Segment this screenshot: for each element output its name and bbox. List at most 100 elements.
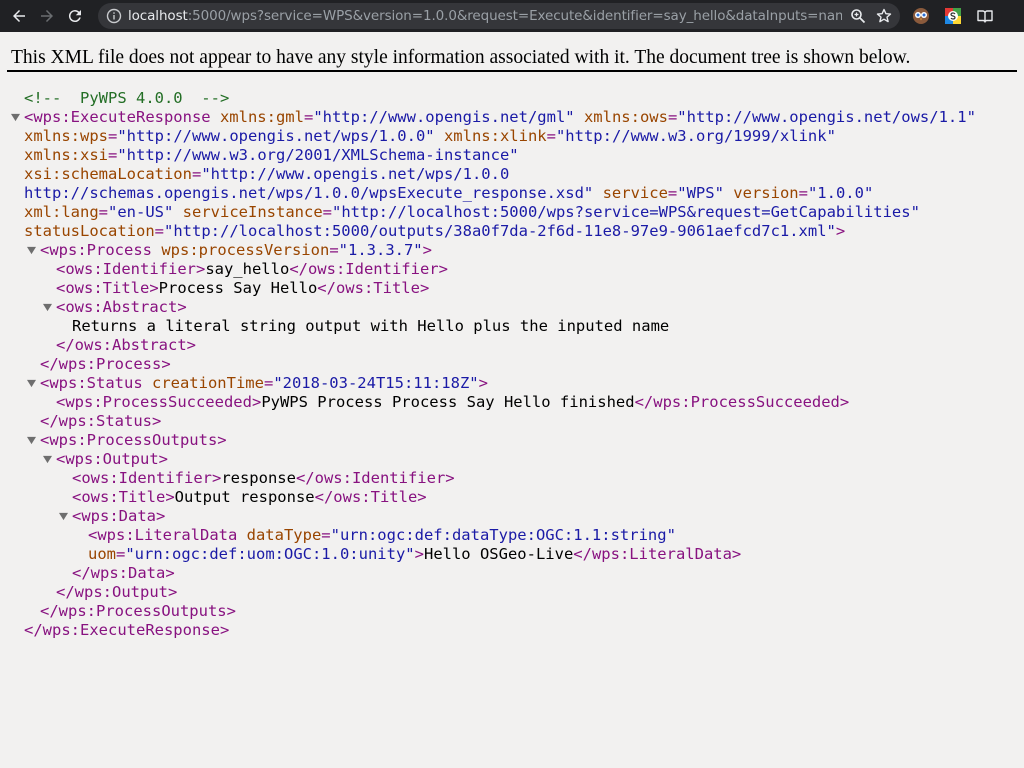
xml-tag-token: = bbox=[798, 184, 808, 202]
url-text[interactable]: localhost:5000/wps?service=WPS&version=1… bbox=[128, 8, 842, 24]
xml-text: Process Say Hello bbox=[158, 279, 318, 297]
xml-line: </wps:ExecuteResponse> bbox=[0, 621, 1024, 640]
xml-attr-value: "urn:ogc:def:uom:OGC:1.0:unity" bbox=[125, 545, 415, 563]
xml-line: <wps:Status creationTime="2018-03-24T15:… bbox=[0, 374, 1024, 393]
owl-icon bbox=[913, 8, 929, 24]
xml-tag-token bbox=[724, 184, 733, 202]
xml-line: <wps:Data> bbox=[0, 507, 1024, 526]
xml-attr-value: "http://www.w3.org/1999/xlink" bbox=[555, 127, 836, 145]
xml-text: response bbox=[221, 469, 296, 487]
reload-button[interactable] bbox=[62, 3, 88, 29]
xml-text: Hello OSGeo-Live bbox=[423, 545, 574, 563]
bookmark-button[interactable] bbox=[874, 6, 894, 26]
xml-tag-token: </ows:Identifier> bbox=[289, 260, 448, 278]
extension-owl-button[interactable] bbox=[910, 5, 932, 27]
xml-attr-name: xmlns:gml bbox=[219, 108, 304, 126]
xml-line: </wps:Process> bbox=[0, 355, 1024, 374]
xml-attr-name: xml:lang bbox=[24, 203, 99, 221]
collapse-triangle-icon[interactable] bbox=[27, 246, 36, 255]
xml-line: <wps:ProcessOutputs> bbox=[0, 431, 1024, 450]
collapse-triangle-icon[interactable] bbox=[27, 436, 36, 445]
arrow-left-icon bbox=[13, 10, 25, 22]
xml-line: Returns a literal string output with Hel… bbox=[0, 317, 1024, 336]
xml-attr-value: "http://localhost:5000/outputs/38a0f7da-… bbox=[164, 222, 836, 240]
collapse-triangle-icon[interactable] bbox=[43, 303, 52, 312]
back-button[interactable] bbox=[6, 3, 32, 29]
xml-tag-token: = bbox=[108, 146, 118, 164]
xml-attr-name: serviceInstance bbox=[182, 203, 323, 221]
address-bar[interactable]: localhost:5000/wps?service=WPS&version=1… bbox=[98, 3, 900, 29]
xml-line: <wps:Output> bbox=[0, 450, 1024, 469]
xml-attr-value: "http://www.opengis.net/ows/1.1" bbox=[677, 108, 976, 126]
xml-line: xmlns:xsi="http://www.w3.org/2001/XMLSch… bbox=[0, 146, 1024, 165]
xml-tag-token: <ows:Title> bbox=[72, 488, 175, 506]
browser-toolbar: localhost:5000/wps?service=WPS&version=1… bbox=[0, 0, 1024, 32]
arrow-right-icon bbox=[41, 10, 53, 22]
xml-tag-token: = bbox=[303, 108, 314, 126]
xml-attr-value: "en-US" bbox=[108, 203, 174, 221]
xml-tag-token: > bbox=[478, 374, 488, 392]
xml-tag-token: </wps:Data> bbox=[72, 564, 175, 582]
xml-tag-token: </ows:Abstract> bbox=[56, 336, 196, 354]
xml-attr-name: uom bbox=[88, 545, 116, 563]
xml-attr-name: wps:processVersion bbox=[161, 241, 330, 259]
xml-line: http://schemas.opengis.net/wps/1.0.0/wps… bbox=[0, 184, 1024, 203]
zoom-icon bbox=[851, 9, 866, 24]
xml-line: </wps:Status> bbox=[0, 412, 1024, 431]
xml-tag-token: </wps:Status> bbox=[40, 412, 162, 430]
xml-tag-token: > bbox=[835, 222, 846, 240]
xml-attr-value: "1.0.0" bbox=[807, 184, 874, 202]
xml-attr-name: dataType bbox=[246, 526, 322, 544]
xml-tag-token: </wps:LiteralData> bbox=[573, 545, 742, 563]
xml-attr-value: http://schemas.opengis.net/wps/1.0.0/wps… bbox=[24, 184, 594, 202]
star-icon bbox=[876, 8, 892, 23]
xml-text: Returns a literal string output with Hel… bbox=[72, 317, 670, 335]
xml-tag-token: = bbox=[329, 241, 339, 259]
xml-tag-token bbox=[435, 127, 444, 145]
xml-tag-token: > bbox=[422, 241, 432, 259]
zoom-button[interactable] bbox=[848, 6, 868, 26]
xml-attr-name: xmlns:xlink bbox=[443, 127, 547, 145]
collapse-triangle-icon[interactable] bbox=[59, 512, 68, 521]
xml-tag-token: <wps:Process bbox=[40, 241, 162, 259]
xml-tag-token: = bbox=[322, 203, 332, 221]
extension-s-button[interactable] bbox=[942, 5, 964, 27]
xml-attr-name: xsi:schemaLocation bbox=[24, 165, 192, 183]
xml-text: Output response bbox=[174, 488, 315, 506]
xml-tag-token: <wps:ExecuteResponse bbox=[24, 108, 220, 126]
xml-tag-token: = bbox=[667, 108, 678, 126]
xml-attr-value: "WPS" bbox=[677, 184, 724, 202]
reading-list-button[interactable] bbox=[974, 5, 996, 27]
forward-button[interactable] bbox=[34, 3, 60, 29]
collapse-triangle-icon[interactable] bbox=[43, 455, 52, 464]
xml-attr-name: service bbox=[602, 184, 668, 202]
xml-tag-token: = bbox=[321, 526, 331, 544]
xml-line: <wps:ProcessSucceeded>PyWPS Process Proc… bbox=[0, 393, 1024, 412]
xml-tag-token: <wps:ProcessSucceeded> bbox=[56, 393, 262, 411]
xml-tag-token: </ows:Identifier> bbox=[295, 469, 455, 487]
collapse-triangle-icon[interactable] bbox=[11, 113, 20, 122]
info-icon[interactable] bbox=[106, 8, 122, 24]
xml-attr-value: "1.3.3.7" bbox=[338, 241, 423, 259]
xml-line: <wps:Process wps:processVersion="1.3.3.7… bbox=[0, 241, 1024, 260]
xml-tag-token: = bbox=[98, 203, 108, 221]
xml-tag-token: </ows:Title> bbox=[317, 279, 430, 297]
xml-attr-value: "urn:ogc:def:dataType:OGC:1.1:string" bbox=[330, 526, 676, 544]
xml-tag-token: <ows:Identifier> bbox=[72, 469, 222, 487]
xml-line: <wps:LiteralData dataType="urn:ogc:def:d… bbox=[0, 526, 1024, 545]
xml-tag-token: </wps:Output> bbox=[56, 583, 178, 601]
xml-line: <ows:Abstract> bbox=[0, 298, 1024, 317]
xml-text: PyWPS Process Process Say Hello finished bbox=[261, 393, 635, 411]
xml-attr-value: "http://localhost:5000/wps?service=WPS&r… bbox=[332, 203, 920, 221]
xml-tag-token: = bbox=[546, 127, 556, 145]
xml-tag-token: <wps:LiteralData bbox=[88, 526, 247, 544]
xml-line: <ows:Title>Process Say Hello</ows:Title> bbox=[0, 279, 1024, 298]
xml-tag-token: <ows:Abstract> bbox=[56, 298, 187, 316]
xml-tag-token: > bbox=[414, 545, 424, 563]
xml-attr-value: "http://www.opengis.net/gml" bbox=[313, 108, 575, 126]
comment-text: <!-- PyWPS 4.0.0 --> bbox=[24, 89, 230, 107]
xml-line: </ows:Abstract> bbox=[0, 336, 1024, 355]
xml-tag-token: = bbox=[154, 222, 164, 240]
collapse-triangle-icon[interactable] bbox=[27, 379, 36, 388]
xml-line: <ows:Title>Output response</ows:Title> bbox=[0, 488, 1024, 507]
